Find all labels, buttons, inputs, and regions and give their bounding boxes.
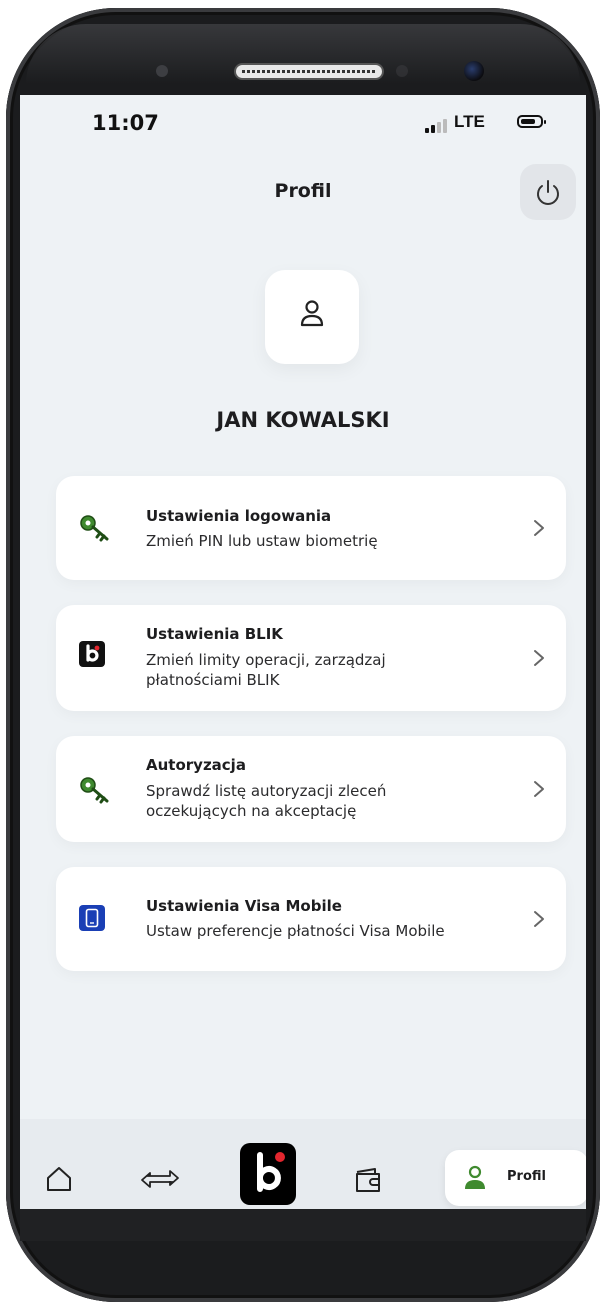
status-time: 11:07 bbox=[92, 111, 159, 135]
menu-item-title: Autoryzacja bbox=[146, 756, 246, 774]
key-icon bbox=[80, 515, 109, 542]
user-icon bbox=[300, 300, 324, 327]
visa-mobile-icon bbox=[79, 905, 105, 931]
chevron-right-icon bbox=[534, 781, 544, 797]
wallet-icon[interactable] bbox=[353, 1166, 383, 1194]
sensor-dot bbox=[396, 65, 408, 77]
user-name: JAN KOWALSKI bbox=[216, 408, 390, 432]
page-title: Profil bbox=[274, 180, 332, 202]
tab-profile-label: Profil bbox=[507, 1169, 546, 1184]
user-icon bbox=[465, 1165, 485, 1189]
network-type: LTE bbox=[454, 112, 485, 131]
app-screen: 11:07 LTE Profil JAN KOWALSKI Ustawienia… bbox=[20, 95, 586, 1241]
sensor-dot bbox=[156, 65, 168, 77]
blik-icon bbox=[79, 641, 105, 667]
earpiece-speaker bbox=[234, 63, 384, 80]
chevron-right-icon bbox=[534, 911, 544, 927]
menu-item-description: Zmień PIN lub ustaw biometrię bbox=[146, 532, 378, 550]
menu-item-description: Zmień limity operacji, zarządzaj płatnoś… bbox=[146, 651, 386, 689]
menu-item-login-settings[interactable]: Ustawienia logowania Zmień PIN lub ustaw… bbox=[56, 476, 566, 580]
menu-item-title: Ustawienia BLIK bbox=[146, 625, 283, 643]
home-icon[interactable] bbox=[44, 1164, 74, 1194]
signal-icon bbox=[425, 119, 447, 133]
menu-item-blik-settings[interactable]: Ustawienia BLIK Zmień limity operacji, z… bbox=[56, 605, 566, 711]
transfers-icon[interactable] bbox=[140, 1166, 180, 1192]
battery-icon bbox=[517, 115, 546, 128]
key-icon bbox=[80, 777, 109, 804]
menu-item-authorization[interactable]: Autoryzacja Sprawdź listę autoryzacji zl… bbox=[56, 736, 566, 842]
avatar bbox=[265, 270, 359, 364]
menu-item-visa-mobile[interactable]: Ustawienia Visa Mobile Ustaw preferencje… bbox=[56, 867, 566, 971]
menu-item-description: Sprawdź listę autoryzacji zleceń oczekuj… bbox=[146, 782, 387, 820]
chevron-right-icon bbox=[534, 650, 544, 666]
menu-item-title: Ustawienia logowania bbox=[146, 507, 332, 525]
home-indicator-area bbox=[20, 1209, 586, 1241]
blik-icon bbox=[257, 1152, 285, 1192]
tab-profile[interactable]: Profil bbox=[445, 1150, 586, 1206]
menu-item-description: Ustaw preferencje płatności Visa Mobile bbox=[146, 922, 445, 940]
chevron-right-icon bbox=[534, 520, 544, 536]
front-camera bbox=[464, 61, 484, 81]
power-icon bbox=[537, 180, 559, 205]
bottom-tab-bar: Profil bbox=[20, 1119, 586, 1241]
status-bar: 11:07 LTE bbox=[20, 95, 586, 155]
menu-item-title: Ustawienia Visa Mobile bbox=[146, 897, 342, 915]
logout-button[interactable] bbox=[520, 164, 576, 220]
blik-button[interactable] bbox=[240, 1143, 296, 1205]
